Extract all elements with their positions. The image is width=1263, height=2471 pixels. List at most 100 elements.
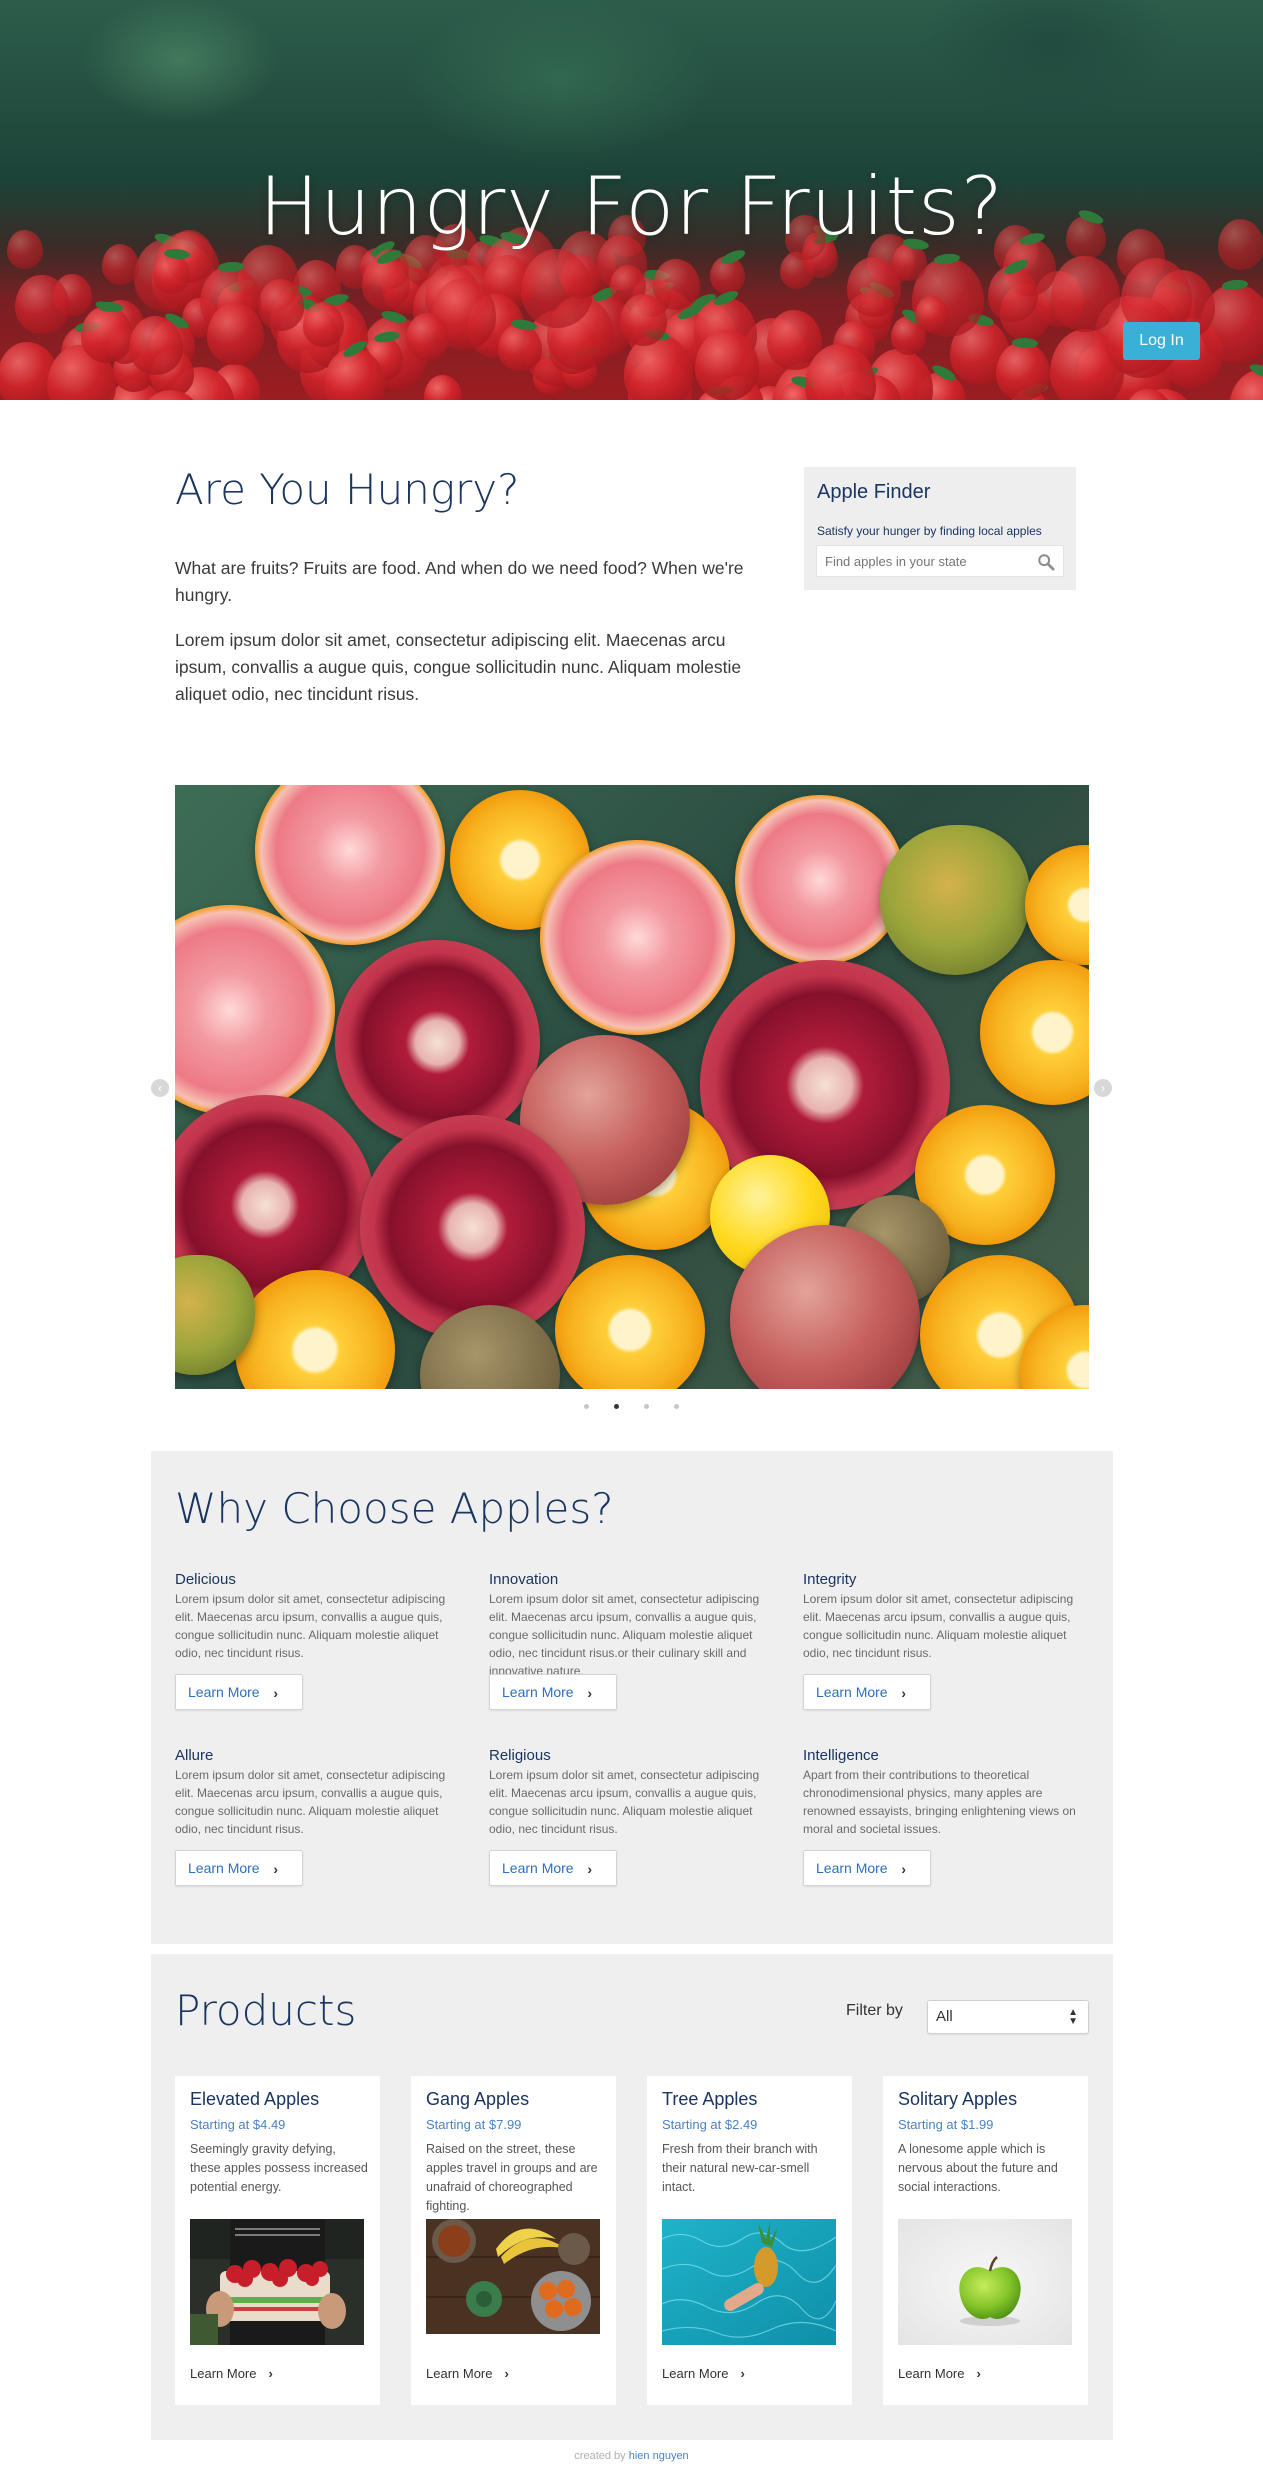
feature-allure: Allure Lorem ipsum dolor sit amet, conse… bbox=[175, 1747, 450, 1846]
orange-decor bbox=[1025, 845, 1089, 965]
feature-description: Lorem ipsum dolor sit amet, consectetur … bbox=[175, 1592, 446, 1660]
chevron-right-icon: › bbox=[273, 1861, 278, 1877]
learn-more-label: Learn More bbox=[426, 2366, 493, 2381]
learn-more-button-integrity[interactable]: Learn More › bbox=[803, 1674, 931, 1710]
pome-decor bbox=[335, 940, 540, 1145]
chevron-right-icon: › bbox=[587, 1685, 592, 1701]
product-description: A lonesome apple which is nervous about … bbox=[898, 2142, 1058, 2194]
learn-more-label: Learn More bbox=[188, 1684, 260, 1700]
filter-select[interactable]: All ▲ ▼ bbox=[927, 2000, 1089, 2034]
strawberry-decor bbox=[152, 252, 191, 295]
footer-author-link[interactable]: hien nguyen bbox=[629, 2450, 689, 2462]
product-image-green-apple bbox=[898, 2219, 1072, 2345]
hero-banner: Hungry For Fruits? Log In bbox=[0, 0, 1263, 400]
feature-integrity: Integrity Lorem ipsum dolor sit amet, co… bbox=[803, 1571, 1078, 1670]
product-image-strawberry-basket bbox=[190, 2219, 364, 2345]
product-name: Tree Apples bbox=[662, 2089, 758, 2109]
product-name: Elevated Apples bbox=[190, 2089, 320, 2109]
product-learn-more-link[interactable]: Learn More › bbox=[662, 2366, 745, 2381]
feature-innovation: Innovation Lorem ipsum dolor sit amet, c… bbox=[489, 1571, 764, 1678]
carousel-prev-icon[interactable]: ‹ bbox=[151, 1079, 169, 1097]
carousel-dot-1[interactable] bbox=[584, 1404, 589, 1409]
feature-title: Delicious bbox=[175, 1571, 236, 1588]
learn-more-button-intelligence[interactable]: Learn More › bbox=[803, 1850, 931, 1886]
apple-finder-title: Apple Finder bbox=[817, 481, 931, 503]
product-price: Starting at $2.49 bbox=[662, 2117, 758, 2132]
strawberry-decor bbox=[303, 302, 344, 347]
footer-prefix: created by bbox=[574, 2450, 626, 2462]
product-card-solitary: Solitary Apples Starting at $1.99 A lone… bbox=[883, 2076, 1088, 2405]
chevron-right-icon: › bbox=[268, 2366, 273, 2381]
strawberry-decor bbox=[498, 323, 542, 372]
chevron-right-icon: › bbox=[901, 1685, 906, 1701]
learn-more-label: Learn More bbox=[190, 2366, 257, 2381]
product-price: Starting at $1.99 bbox=[898, 2117, 994, 2132]
chevron-right-icon: › bbox=[976, 2366, 981, 2381]
learn-more-label: Learn More bbox=[188, 1860, 260, 1876]
learn-more-button-religious[interactable]: Learn More › bbox=[489, 1850, 617, 1886]
why-title: Why Choose Apples? bbox=[175, 1484, 614, 1533]
login-button[interactable]: Log In bbox=[1123, 322, 1200, 360]
product-name: Solitary Apples bbox=[898, 2089, 1018, 2109]
strawberry-decor bbox=[619, 293, 667, 346]
product-name: Gang Apples bbox=[426, 2089, 530, 2109]
filter-selected-value: All bbox=[936, 2008, 953, 2025]
product-card-tree: Tree Apples Starting at $2.49 Fresh from… bbox=[647, 2076, 852, 2405]
products-title: Products bbox=[175, 1986, 357, 2035]
product-price: Starting at $7.99 bbox=[426, 2117, 522, 2132]
carousel-dot-2[interactable] bbox=[614, 1404, 619, 1409]
strawberry-decor bbox=[424, 374, 462, 400]
strawberry-decor bbox=[15, 274, 70, 335]
filter-label: Filter by bbox=[846, 2002, 903, 2019]
learn-more-button-delicious[interactable]: Learn More › bbox=[175, 1674, 303, 1710]
product-card-gang: Gang Apples Starting at $7.99 Raised on … bbox=[411, 2076, 616, 2405]
strawberry-decor bbox=[257, 279, 305, 331]
product-learn-more-link[interactable]: Learn More › bbox=[190, 2366, 273, 2381]
chevron-right-icon: › bbox=[587, 1861, 592, 1877]
learn-more-button-innovation[interactable]: Learn More › bbox=[489, 1674, 617, 1710]
product-learn-more-link[interactable]: Learn More › bbox=[898, 2366, 981, 2381]
footer-credit: created by hien nguyen bbox=[0, 2450, 1263, 2462]
hero-title: Hungry For Fruits? bbox=[258, 160, 1005, 253]
product-image-pineapple-pool bbox=[662, 2219, 836, 2345]
select-arrows-icon: ▲ ▼ bbox=[1068, 2007, 1078, 2027]
feature-description: Apart from their contributions to theore… bbox=[803, 1768, 1076, 1836]
grapefruit-decor bbox=[735, 795, 905, 965]
strawberry-decor bbox=[361, 256, 411, 310]
magnifier-icon[interactable] bbox=[1037, 553, 1055, 571]
learn-more-button-allure[interactable]: Learn More › bbox=[175, 1850, 303, 1886]
product-learn-more-link[interactable]: Learn More › bbox=[426, 2366, 509, 2381]
feature-title: Allure bbox=[175, 1747, 214, 1764]
why-section: Why Choose Apples? Delicious Lorem ipsum… bbox=[151, 1451, 1113, 1944]
learn-more-label: Learn More bbox=[816, 1860, 888, 1876]
apple-finder-subtitle: Satisfy your hunger by finding local app… bbox=[817, 524, 1042, 538]
feature-title: Religious bbox=[489, 1747, 551, 1764]
learn-more-label: Learn More bbox=[502, 1684, 574, 1700]
strawberry-decor bbox=[915, 296, 950, 334]
orange-decor bbox=[980, 960, 1089, 1105]
carousel-dot-4[interactable] bbox=[674, 1404, 679, 1409]
feature-description: Lorem ipsum dolor sit amet, consectetur … bbox=[175, 1768, 446, 1836]
feature-description: Lorem ipsum dolor sit amet, consectetur … bbox=[803, 1592, 1074, 1660]
chevron-right-icon: › bbox=[740, 2366, 745, 2381]
learn-more-label: Learn More bbox=[898, 2366, 965, 2381]
feature-intelligence: Intelligence Apart from their contributi… bbox=[803, 1747, 1078, 1846]
learn-more-label: Learn More bbox=[502, 1860, 574, 1876]
grapefruit-decor bbox=[540, 840, 735, 1035]
product-price: Starting at $4.49 bbox=[190, 2117, 286, 2132]
feature-description: Lorem ipsum dolor sit amet, consectetur … bbox=[489, 1768, 760, 1836]
apple-finder-search-input[interactable] bbox=[817, 546, 1032, 576]
product-description: Seemingly gravity defying, these apples … bbox=[190, 2142, 368, 2194]
strawberry-decor bbox=[846, 257, 901, 317]
feature-title: Intelligence bbox=[803, 1747, 879, 1764]
feature-religious: Religious Lorem ipsum dolor sit amet, co… bbox=[489, 1747, 764, 1846]
chevron-right-icon: › bbox=[901, 1861, 906, 1877]
carousel-dot-3[interactable] bbox=[644, 1404, 649, 1409]
intro-title: Are You Hungry? bbox=[175, 465, 520, 514]
carousel-next-icon[interactable]: › bbox=[1094, 1079, 1112, 1097]
strawberry-decor bbox=[207, 302, 264, 365]
product-image-fruit-bowls bbox=[426, 2219, 600, 2334]
mango-decor bbox=[880, 825, 1030, 975]
intro-paragraph-2: Lorem ipsum dolor sit amet, consectetur … bbox=[175, 630, 742, 704]
products-section: Products Filter by All ▲ ▼ Elevated Apple… bbox=[151, 1954, 1113, 2440]
